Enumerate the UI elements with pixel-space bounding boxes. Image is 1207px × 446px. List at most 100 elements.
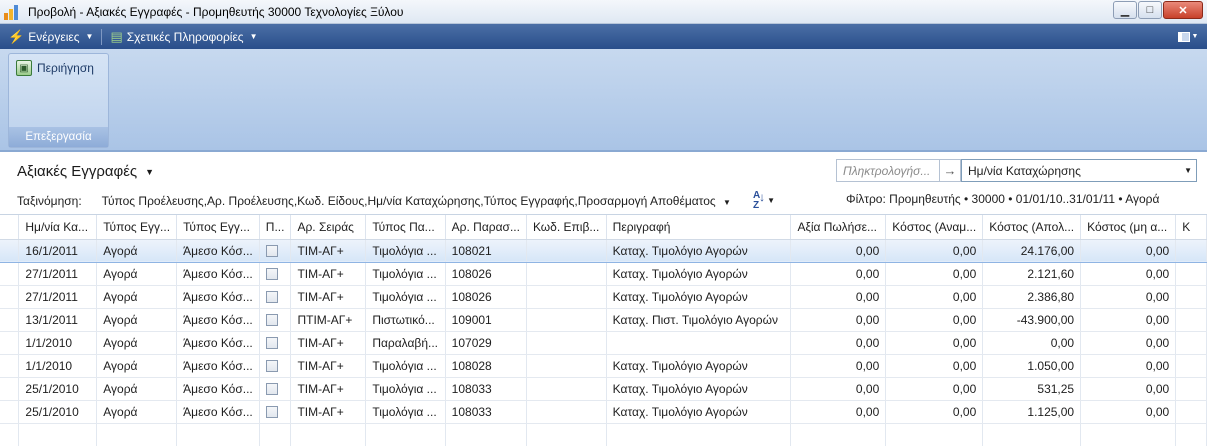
date-cell[interactable]: 27/1/2011 <box>18 262 98 286</box>
row-selector[interactable] <box>0 308 20 332</box>
doc-type-cell[interactable]: Πιστωτικό... <box>365 308 446 332</box>
description-cell[interactable]: Καταχ. Τιμολόγιο Αγορών <box>606 400 792 424</box>
col-header-date[interactable]: Ημ/νία Κα... <box>18 215 98 240</box>
adjustment-checkbox[interactable] <box>259 262 292 286</box>
series-cell[interactable]: ΤΙΜ-ΑΓ+ <box>290 285 367 309</box>
cost-actual-cell[interactable]: 24.176,00 <box>982 238 1082 263</box>
doc-no-cell[interactable]: 108026 <box>445 285 527 309</box>
doc-type-cell[interactable]: Τιμολόγια ... <box>365 238 446 263</box>
date-cell[interactable]: 13/1/2011 <box>18 308 98 332</box>
adjustment-checkbox[interactable] <box>259 331 292 355</box>
extra-cell[interactable] <box>1175 331 1207 355</box>
col-header-doc-no[interactable]: Αρ. Παρασ... <box>445 215 527 240</box>
sales-amount-cell[interactable]: 0,00 <box>790 308 887 332</box>
charge-code-cell[interactable] <box>526 354 607 378</box>
entry-type-cell[interactable]: Αγορά <box>96 262 178 286</box>
series-cell[interactable]: ΤΙΜ-ΑΓ+ <box>290 377 367 401</box>
series-cell[interactable]: ΤΙΜ-ΑΓ+ <box>290 354 367 378</box>
cost-nonposted-cell[interactable]: 0,00 <box>1080 262 1177 286</box>
checkbox[interactable] <box>265 406 278 419</box>
series-cell[interactable]: ΤΙΜ-ΑΓ+ <box>290 331 367 355</box>
extra-cell[interactable] <box>1175 308 1207 332</box>
sales-amount-cell[interactable]: 0,00 <box>790 285 887 309</box>
table-row[interactable]: 13/1/2011 Αγορά Άμεσο Κόσ... ΠΤΙΜ-ΑΓ+ Πιστωτ… <box>0 308 1207 332</box>
row-selector[interactable] <box>0 262 20 286</box>
extra-cell[interactable] <box>1175 262 1207 286</box>
row-selector[interactable] <box>0 285 20 309</box>
description-cell[interactable]: Καταχ. Πιστ. Τιμολόγιο Αγορών <box>606 308 792 332</box>
col-header-entry-type[interactable]: Τύπος Εγγ... <box>96 215 178 240</box>
cost-actual-cell[interactable]: 1.050,00 <box>982 354 1082 378</box>
date-cell[interactable]: 25/1/2010 <box>18 377 98 401</box>
cost-actual-cell[interactable]: -43.900,00 <box>982 308 1082 332</box>
sales-amount-cell[interactable]: 0,00 <box>790 377 887 401</box>
extra-cell[interactable] <box>1175 354 1207 378</box>
doc-no-cell[interactable]: 109001 <box>445 308 527 332</box>
table-row[interactable]: 25/1/2010 Αγορά Άμεσο Κόσ... ΤΙΜ-ΑΓ+ Τιμολόγ… <box>0 377 1207 401</box>
cost-expected-cell[interactable]: 0,00 <box>885 377 984 401</box>
description-cell[interactable]: Καταχ. Τιμολόγιο Αγορών <box>606 238 792 263</box>
chevron-down-icon[interactable]: ▼ <box>767 196 775 205</box>
description-cell[interactable]: Καταχ. Τιμολόγιο Αγορών <box>606 285 792 309</box>
adjustment-checkbox[interactable] <box>259 285 292 309</box>
charge-code-cell[interactable] <box>526 400 607 424</box>
charge-code-cell[interactable] <box>526 238 607 263</box>
doc-no-cell[interactable]: 108026 <box>445 262 527 286</box>
layout-toggle-button[interactable]: ▼ <box>1175 28 1201 45</box>
entry-kind-cell[interactable]: Άμεσο Κόσ... <box>176 331 260 355</box>
cost-expected-cell[interactable]: 0,00 <box>885 308 984 332</box>
sort-dropdown[interactable]: Τύπος Προέλευσης,Αρ. Προέλευσης,Κωδ. Είδ… <box>102 194 731 208</box>
cost-nonposted-cell[interactable]: 0,00 <box>1080 400 1177 424</box>
cost-expected-cell[interactable]: 0,00 <box>885 354 984 378</box>
adjustment-checkbox[interactable] <box>259 308 292 332</box>
row-selector[interactable] <box>0 377 20 401</box>
related-info-menu[interactable]: ▤ Σχετικές Πληροφορίες ▼ <box>102 24 265 49</box>
doc-no-cell[interactable]: 108021 <box>445 238 527 263</box>
doc-no-cell[interactable]: 108033 <box>445 377 527 401</box>
cost-nonposted-cell[interactable]: 0,00 <box>1080 308 1177 332</box>
date-cell[interactable]: 1/1/2010 <box>18 331 98 355</box>
col-header-doc-type[interactable]: Τύπος Πα... <box>365 215 446 240</box>
doc-type-cell[interactable]: Τιμολόγια ... <box>365 285 446 309</box>
checkbox[interactable] <box>265 268 278 281</box>
col-header-entry-kind[interactable]: Τύπος Εγγ... <box>176 215 260 240</box>
cost-expected-cell[interactable]: 0,00 <box>885 285 984 309</box>
sales-amount-cell[interactable]: 0,00 <box>790 238 887 263</box>
row-selector[interactable] <box>0 331 20 355</box>
extra-cell[interactable] <box>1175 377 1207 401</box>
doc-no-cell[interactable]: 107029 <box>445 331 527 355</box>
cost-actual-cell[interactable]: 2.386,80 <box>982 285 1082 309</box>
date-cell[interactable]: 16/1/2011 <box>18 238 98 263</box>
adjustment-checkbox[interactable] <box>259 400 292 424</box>
doc-type-cell[interactable]: Τιμολόγια ... <box>365 377 446 401</box>
cost-expected-cell[interactable]: 0,00 <box>885 238 984 263</box>
cost-expected-cell[interactable]: 0,00 <box>885 400 984 424</box>
charge-code-cell[interactable] <box>526 262 607 286</box>
cost-expected-cell[interactable]: 0,00 <box>885 262 984 286</box>
table-row[interactable]: 27/1/2011 Αγορά Άμεσο Κόσ... ΤΙΜ-ΑΓ+ Τιμολόγ… <box>0 262 1207 286</box>
cost-actual-cell[interactable]: 2.121,60 <box>982 262 1082 286</box>
description-cell[interactable]: Καταχ. Τιμολόγιο Αγορών <box>606 354 792 378</box>
date-cell[interactable]: 27/1/2011 <box>18 285 98 309</box>
col-header-cost-actual[interactable]: Κόστος (Απολ... <box>982 215 1082 240</box>
sort-direction-icon[interactable]: A Z↓ <box>753 191 765 211</box>
charge-code-cell[interactable] <box>526 331 607 355</box>
description-cell[interactable]: Καταχ. Τιμολόγιο Αγορών <box>606 262 792 286</box>
series-cell[interactable]: ΤΙΜ-ΑΓ+ <box>290 262 367 286</box>
row-selector[interactable] <box>0 354 20 378</box>
sales-amount-cell[interactable]: 0,00 <box>790 354 887 378</box>
series-cell[interactable]: ΠΤΙΜ-ΑΓ+ <box>290 308 367 332</box>
doc-type-cell[interactable]: Τιμολόγια ... <box>365 354 446 378</box>
table-row[interactable]: 27/1/2011 Αγορά Άμεσο Κόσ... ΤΙΜ-ΑΓ+ Τιμολόγ… <box>0 285 1207 309</box>
cost-actual-cell[interactable]: 531,25 <box>982 377 1082 401</box>
table-row[interactable]: 1/1/2010 Αγορά Άμεσο Κόσ... ΤΙΜ-ΑΓ+ Τιμολόγι… <box>0 354 1207 378</box>
cost-nonposted-cell[interactable]: 0,00 <box>1080 377 1177 401</box>
entry-type-cell[interactable]: Αγορά <box>96 238 178 263</box>
col-header-series[interactable]: Αρ. Σειράς <box>290 215 367 240</box>
col-header-sales-amount[interactable]: Αξία Πωλήσε... <box>790 215 887 240</box>
checkbox[interactable] <box>265 314 278 327</box>
series-cell[interactable]: ΤΙΜ-ΑΓ+ <box>290 238 367 263</box>
sales-amount-cell[interactable]: 0,00 <box>790 400 887 424</box>
entry-kind-cell[interactable]: Άμεσο Κόσ... <box>176 308 260 332</box>
series-cell[interactable]: ΤΙΜ-ΑΓ+ <box>290 400 367 424</box>
